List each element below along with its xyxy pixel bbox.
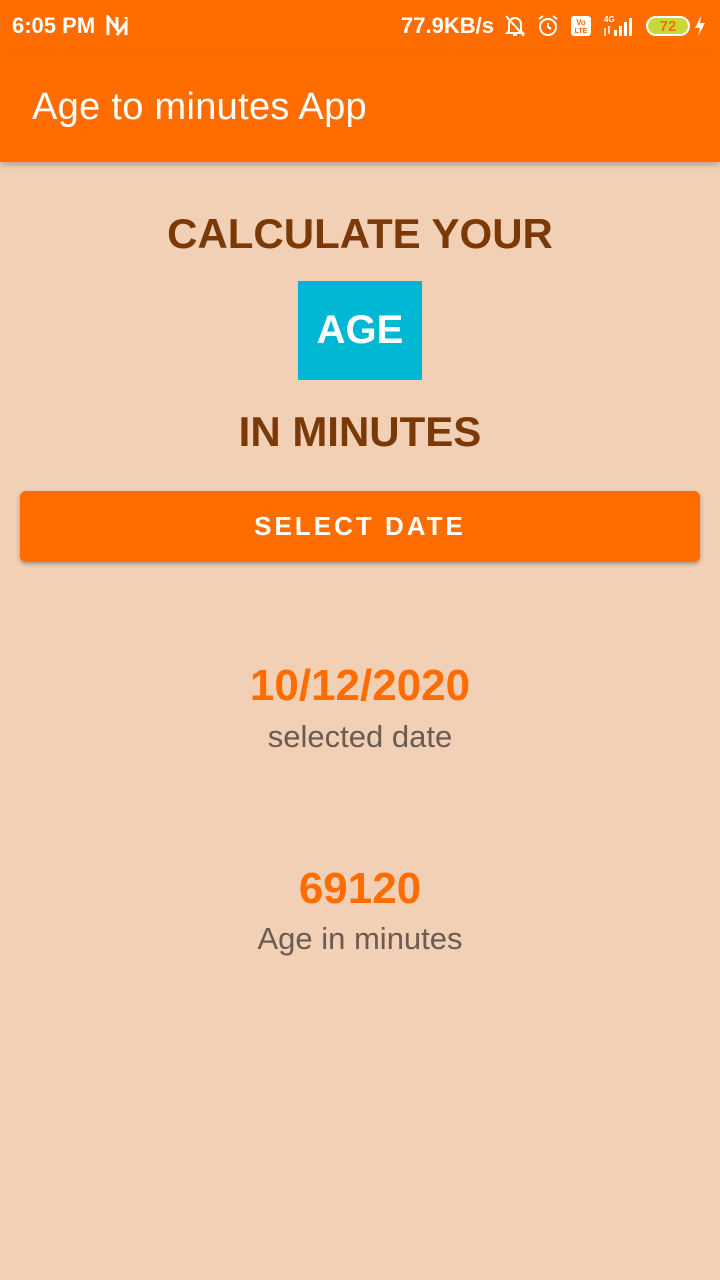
heading-calculate-your: CALCULATE YOUR	[167, 210, 553, 257]
app-title: Age to minutes App	[32, 85, 367, 128]
age-in-minutes-caption: Age in minutes	[257, 921, 463, 956]
status-time: 6:05 PM	[12, 13, 96, 38]
status-bar-right: 77.9KB/s Vo LTE 4G 72	[401, 13, 706, 39]
notification-n-icon	[105, 15, 129, 37]
charging-icon	[694, 15, 706, 37]
age-in-minutes-value: 69120	[298, 864, 422, 913]
selected-date-value: 10/12/2020	[249, 661, 471, 710]
svg-text:LTE: LTE	[575, 28, 588, 35]
status-bar-left: 6:05 PM	[12, 13, 129, 39]
svg-text:Vo: Vo	[576, 18, 586, 27]
battery-icon: 72	[646, 15, 706, 37]
selected-date-caption: selected date	[267, 719, 453, 754]
volte-icon: Vo LTE	[570, 15, 592, 37]
svg-text:4G: 4G	[604, 15, 615, 24]
select-date-button[interactable]: SELECT DATE	[20, 491, 700, 562]
network-speed: 77.9KB/s	[401, 13, 494, 38]
status-bar: 6:05 PM 77.9KB/s Vo LTE 4G 72	[0, 0, 720, 52]
battery-level: 72	[646, 16, 690, 36]
signal-icon: 4G	[602, 14, 636, 38]
age-highlight-box: AGE	[298, 281, 422, 380]
app-bar: Age to minutes App	[0, 52, 720, 162]
alarm-icon	[536, 14, 560, 38]
heading-in-minutes: IN MINUTES	[238, 408, 482, 455]
bell-off-icon	[504, 14, 526, 38]
